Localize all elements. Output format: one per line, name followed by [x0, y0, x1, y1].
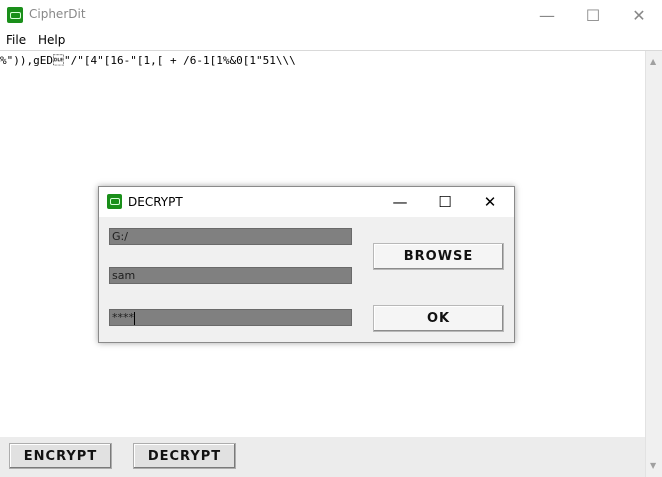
bottom-toolbar: ENCRYPT DECRYPT — [0, 437, 645, 477]
dialog-title-bar: DECRYPT — ☐ ✕ — [99, 187, 514, 217]
scroll-up-icon[interactable]: ▲ — [650, 57, 656, 66]
decrypt-dialog: DECRYPT — ☐ ✕ G:/ sam **** BROWSE OK — [98, 186, 515, 343]
menu-help[interactable]: Help — [38, 33, 65, 47]
encrypt-button[interactable]: ENCRYPT — [9, 443, 112, 469]
minimize-icon: — — [539, 5, 555, 25]
browse-button[interactable]: BROWSE — [373, 243, 504, 270]
dialog-minimize-button[interactable]: — — [378, 187, 422, 217]
window-title: CipherDit — [29, 7, 86, 21]
close-icon: ✕ — [483, 193, 497, 211]
scroll-down-icon[interactable]: ▼ — [650, 461, 656, 470]
maximize-icon: ☐ — [438, 193, 452, 211]
app-icon — [7, 7, 23, 23]
menu-file[interactable]: File — [6, 33, 26, 47]
password-value: **** — [112, 311, 134, 324]
name-input[interactable]: sam — [109, 267, 352, 284]
dialog-maximize-button[interactable]: ☐ — [423, 187, 467, 217]
password-input[interactable]: **** — [109, 309, 352, 326]
maximize-icon: ☐ — [585, 5, 601, 25]
minimize-icon: — — [392, 193, 408, 211]
editor-content: %")),gED"/"[4"[16-"[1,[ + /6-1[1%&0[1"5… — [0, 54, 296, 67]
vertical-scrollbar[interactable]: ▲ ▼ — [645, 51, 662, 477]
dialog-close-button[interactable]: ✕ — [468, 187, 512, 217]
dialog-app-icon — [107, 194, 122, 209]
text-caret — [134, 311, 135, 325]
maximize-button[interactable]: ☐ — [570, 0, 616, 30]
path-input[interactable]: G:/ — [109, 228, 352, 245]
close-button[interactable]: ✕ — [616, 0, 662, 30]
title-bar: CipherDit — ☐ ✕ — [0, 0, 662, 30]
dialog-title: DECRYPT — [128, 195, 183, 209]
decrypt-button[interactable]: DECRYPT — [133, 443, 236, 469]
ok-button[interactable]: OK — [373, 305, 504, 332]
minimize-button[interactable]: — — [524, 0, 570, 30]
close-icon: ✕ — [632, 5, 646, 25]
menu-bar: File Help — [0, 30, 662, 51]
